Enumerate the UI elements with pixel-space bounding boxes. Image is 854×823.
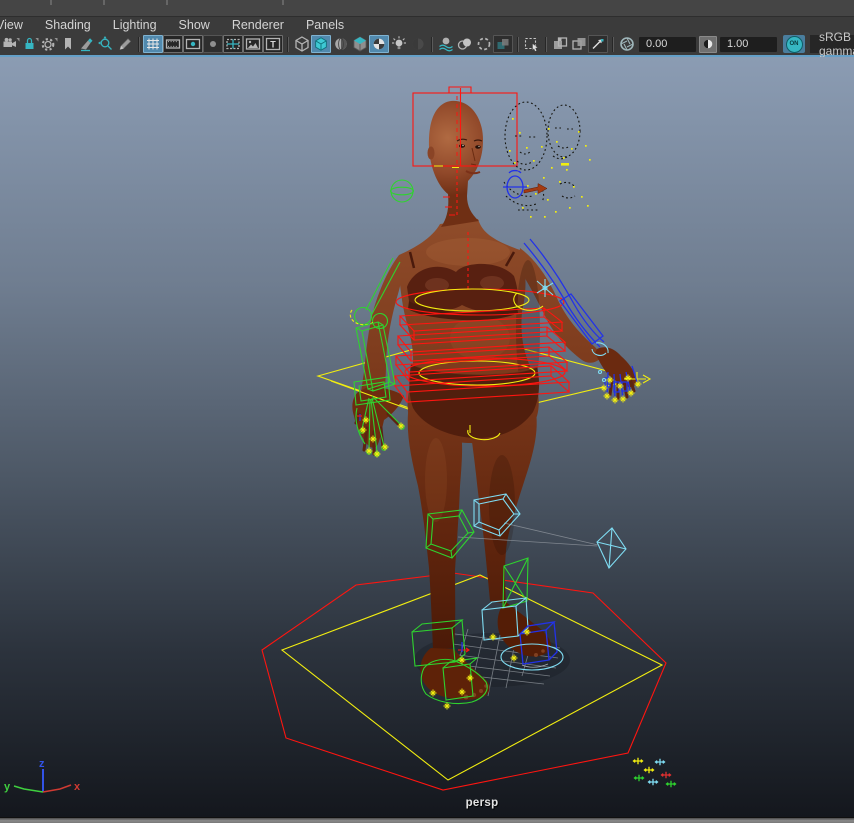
snapshot-icon[interactable] <box>588 35 608 53</box>
film-gate-icon[interactable] <box>163 35 183 53</box>
color-management-on-label: ON <box>786 36 803 53</box>
lights-icon[interactable] <box>389 35 408 53</box>
image-plane-icon[interactable] <box>77 35 96 53</box>
menu-panels[interactable]: Panels <box>295 18 355 32</box>
smooth-shade-mode-icon[interactable] <box>311 35 331 53</box>
panel-toolbar: T 0.00 1.00 ON sRGB gamma <box>0 33 854 57</box>
xray-display-icon[interactable] <box>550 35 569 53</box>
bookmark-icon[interactable] <box>58 35 77 53</box>
anti-aliasing-icon[interactable] <box>474 35 493 53</box>
menu-renderer[interactable]: Renderer <box>221 18 295 32</box>
shelf-tab-tick <box>166 0 168 5</box>
lock-camera-icon[interactable] <box>20 35 39 53</box>
grid-toggle-icon[interactable] <box>143 35 163 53</box>
grease-pencil-icon[interactable] <box>115 35 134 53</box>
shelf-tab-tick <box>103 0 105 5</box>
textured-mode-icon[interactable] <box>350 35 369 53</box>
camera-attributes-gear-icon[interactable] <box>39 35 58 53</box>
safe-action-icon[interactable] <box>243 35 263 53</box>
viewport-canvas[interactable]: z y x <box>0 57 854 817</box>
menu-lighting[interactable]: Lighting <box>102 18 168 32</box>
resolution-gate-icon[interactable] <box>183 35 203 53</box>
depth-of-field-icon[interactable] <box>493 35 513 53</box>
gamma-field[interactable]: 1.00 <box>720 37 777 52</box>
toolbar-separator <box>611 37 614 52</box>
contrast-icon[interactable] <box>699 36 717 53</box>
field-chart-icon[interactable] <box>223 35 243 53</box>
xray-joints-icon[interactable] <box>569 35 588 53</box>
axis-z-label: z <box>39 758 45 770</box>
toolbar-separator <box>516 37 519 52</box>
axis-y-label: y <box>4 781 11 793</box>
menu-shading[interactable]: Shading <box>34 18 102 32</box>
shelf-tab-tick <box>282 0 284 5</box>
shelf-tab-tick <box>50 0 52 5</box>
toolbar-separator <box>286 37 289 52</box>
use-default-material-icon[interactable] <box>369 35 389 53</box>
pan-zoom-2d-icon[interactable] <box>96 35 115 53</box>
bottom-strip <box>0 817 854 823</box>
maya-viewport-panel: View Shading Lighting Show Renderer Pane… <box>0 0 854 823</box>
wireframe-mode-icon[interactable] <box>292 35 311 53</box>
panel-menubar: View Shading Lighting Show Renderer Pane… <box>0 17 854 33</box>
svg-text:T: T <box>270 40 276 50</box>
toolbar-separator <box>137 37 140 52</box>
gate-mask-icon[interactable] <box>203 35 223 53</box>
shelf-strip <box>0 0 854 17</box>
camera-name-label[interactable]: persp <box>452 797 512 809</box>
menu-view[interactable]: View <box>0 18 34 32</box>
safe-title-icon[interactable]: T <box>263 35 283 53</box>
isolate-select-icon[interactable] <box>522 35 541 53</box>
wireframe-on-shaded-icon[interactable] <box>331 35 350 53</box>
exposure-field[interactable]: 0.00 <box>639 37 696 52</box>
color-management-toggle[interactable]: ON <box>783 35 805 53</box>
toolbar-separator <box>544 37 547 52</box>
axis-x-label: x <box>74 781 81 793</box>
ambient-occlusion-icon[interactable] <box>436 35 455 53</box>
exposure-icon[interactable] <box>617 35 636 53</box>
viewport[interactable]: z y x persp <box>0 57 854 817</box>
select-camera-icon[interactable] <box>1 35 20 53</box>
menu-show[interactable]: Show <box>168 18 221 32</box>
toolbar-separator <box>430 37 433 52</box>
view-transform-dropdown[interactable]: sRGB gamma <box>810 35 854 53</box>
shadows-icon[interactable] <box>408 35 427 53</box>
motion-blur-icon[interactable] <box>455 35 474 53</box>
